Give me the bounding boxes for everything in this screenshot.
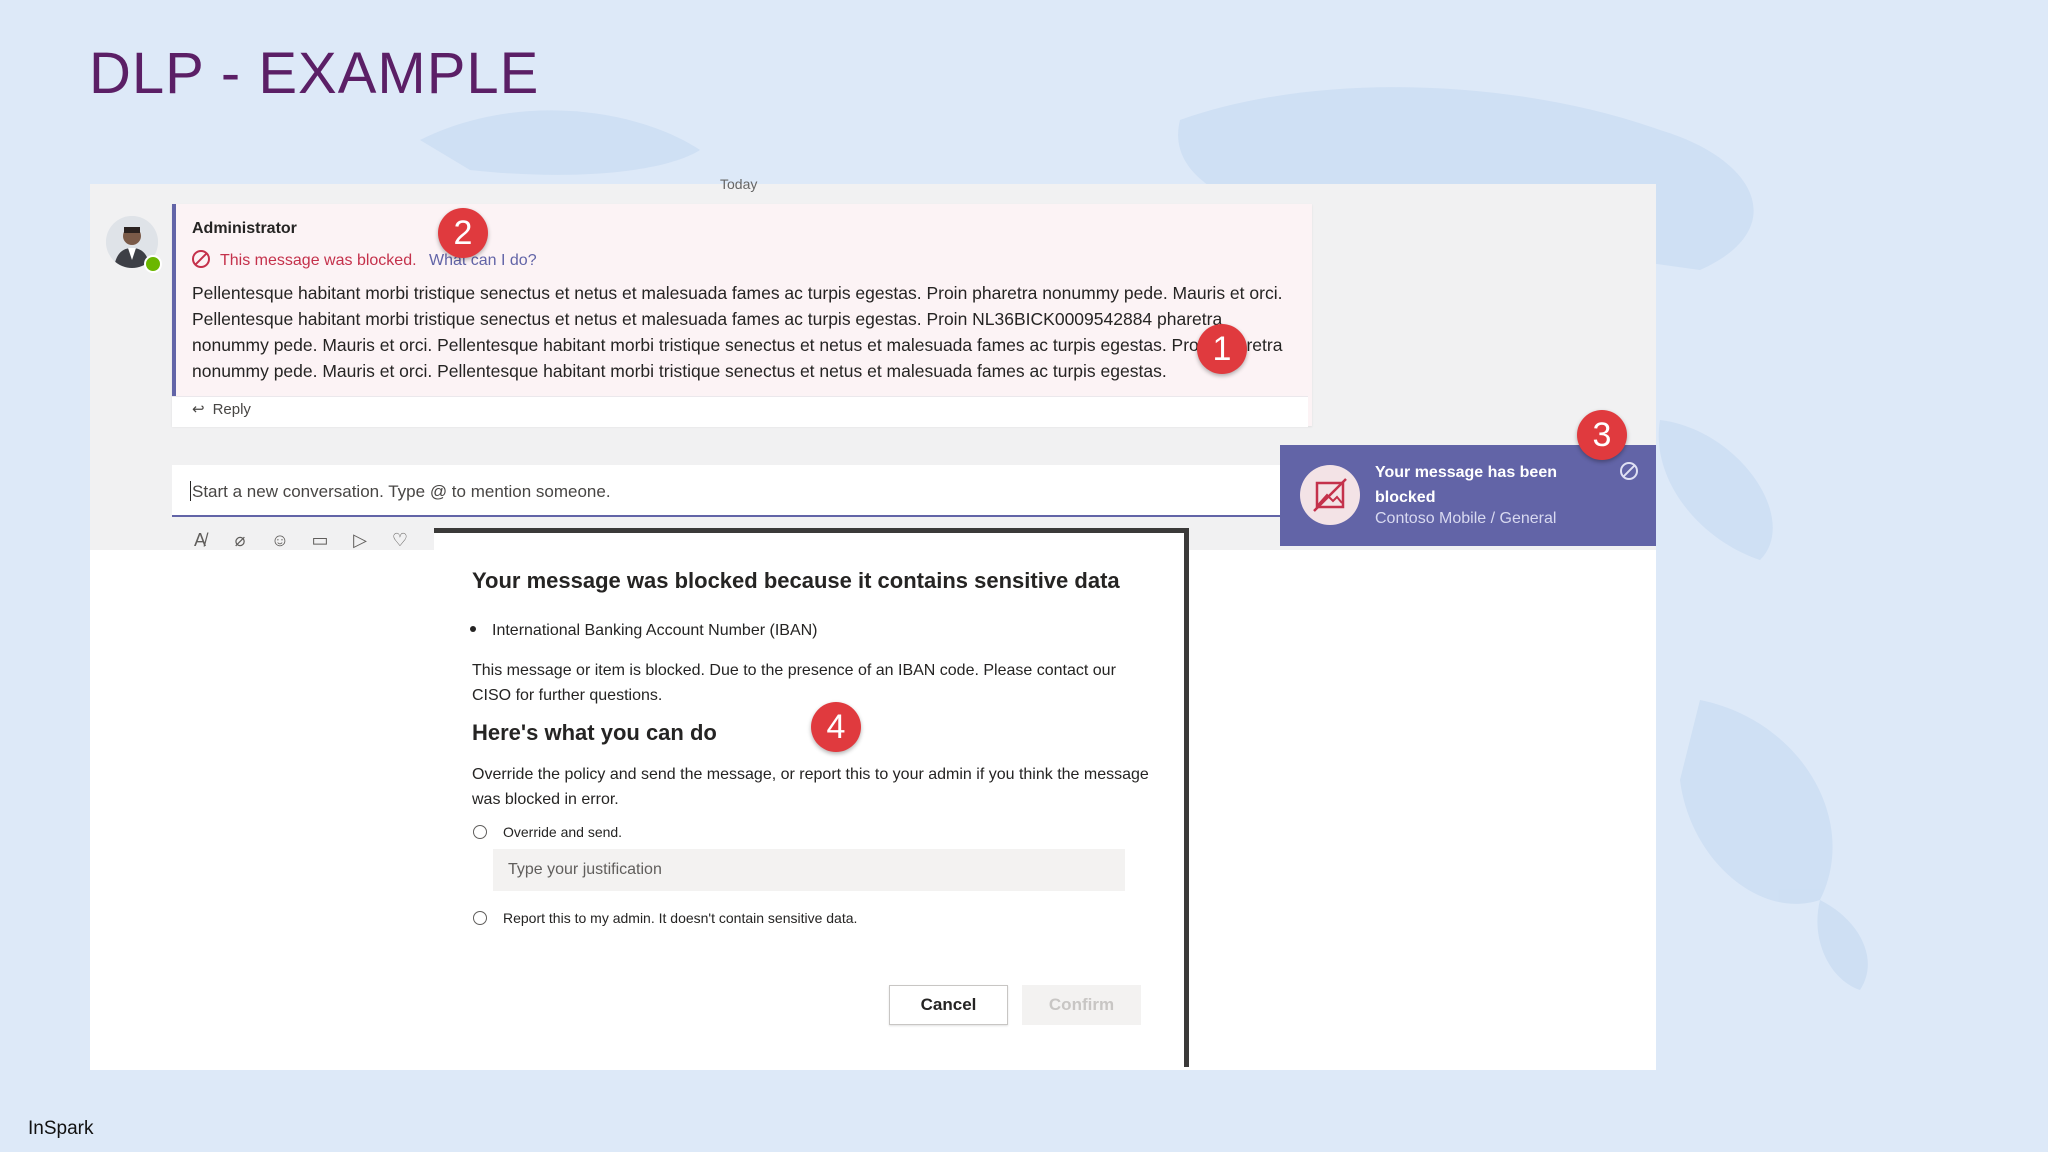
callout-marker-3: 3 xyxy=(1577,410,1627,460)
blocked-notice: This message was blocked. What can I do? xyxy=(192,250,537,270)
presence-available-icon xyxy=(144,255,162,273)
dialog-title: Your message was blocked because it cont… xyxy=(472,568,1120,593)
override-radio[interactable] xyxy=(473,825,487,839)
callout-marker-4: 4 xyxy=(811,702,861,752)
reply-row xyxy=(172,396,1308,427)
attach-icon[interactable]: ⌀ xyxy=(228,528,252,552)
reply-arrow-icon: ↩ xyxy=(192,401,205,418)
format-icon[interactable]: A̸ xyxy=(188,528,212,552)
date-divider: Today xyxy=(720,176,758,192)
dialog-section-heading: Here's what you can do xyxy=(472,720,717,745)
report-radio[interactable] xyxy=(473,911,487,925)
sensitive-item: International Banking Account Number (IB… xyxy=(470,622,818,640)
send-icon[interactable]: ▷ xyxy=(348,528,372,552)
callout-marker-1: 1 xyxy=(1197,324,1247,374)
callout-marker-2: 2 xyxy=(438,208,488,258)
toast-subtitle: Contoso Mobile / General xyxy=(1375,510,1557,527)
report-label[interactable]: Report this to my admin. It doesn't cont… xyxy=(503,910,857,926)
compose-placeholder: Start a new conversation. Type @ to ment… xyxy=(192,482,611,501)
emoji-icon[interactable]: ☺ xyxy=(268,528,292,552)
dialog-section-text: Override the policy and send the message… xyxy=(472,766,1149,808)
compose-input[interactable]: Start a new conversation. Type @ to ment… xyxy=(190,481,611,502)
blocked-image-icon xyxy=(1300,465,1360,525)
message-body: Pellentesque habitant morbi tristique se… xyxy=(192,283,1283,381)
blocked-icon xyxy=(192,250,210,268)
cancel-button[interactable]: Cancel xyxy=(889,985,1008,1025)
toast-blocked-icon[interactable] xyxy=(1620,462,1638,480)
reply-button[interactable]: ↩ Reply xyxy=(192,400,251,418)
reply-label: Reply xyxy=(212,401,251,418)
sensitive-item-label: International Banking Account Number (IB… xyxy=(492,622,818,639)
no-image-icon xyxy=(1313,478,1347,512)
justification-input[interactable] xyxy=(493,849,1125,891)
bullet-icon xyxy=(470,626,476,632)
confirm-button[interactable]: Confirm xyxy=(1022,985,1141,1025)
override-label[interactable]: Override and send. xyxy=(503,824,622,840)
blocked-text: This message was blocked. xyxy=(220,252,417,269)
message-author: Administrator xyxy=(192,220,297,237)
toast-title: Your message has been blocked xyxy=(1375,464,1557,506)
meet-icon[interactable]: ▭ xyxy=(308,528,332,552)
text-caret xyxy=(190,481,191,501)
praise-icon[interactable]: ♡ xyxy=(388,528,412,552)
what-can-i-do-link[interactable]: What can I do? xyxy=(429,252,537,269)
brand-logo-text: InSpark xyxy=(28,1118,94,1139)
dialog-explanation: This message or item is blocked. Due to … xyxy=(472,662,1116,704)
slide-title: DLP - EXAMPLE xyxy=(89,41,540,106)
